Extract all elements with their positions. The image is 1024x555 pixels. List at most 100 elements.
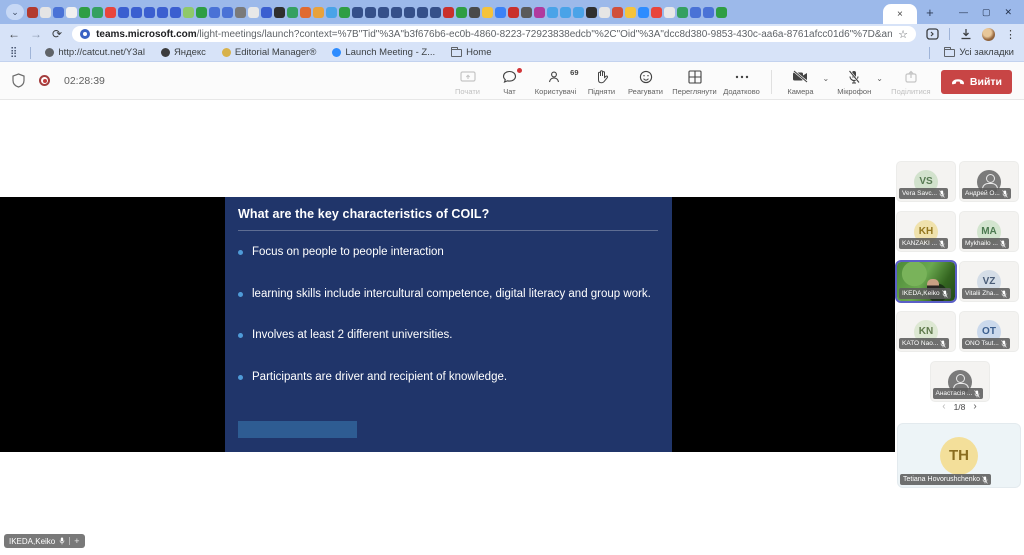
tab-search-button[interactable]: ⌄ [6,4,24,20]
bookmark-star-icon[interactable]: ☆ [898,28,908,41]
tab-favicon[interactable] [248,7,259,18]
participants-button[interactable]: 69 Користувачі [531,66,581,96]
camera-options-chevron-icon[interactable]: ⌄ [823,74,830,83]
participant-tile[interactable]: KN KATO Nao... [896,311,956,352]
bookmark-item[interactable]: Editorial Manager® [222,47,316,58]
participant-tile[interactable]: Анастасія ... [930,361,990,402]
tab-favicon[interactable] [66,7,77,18]
close-icon[interactable]: ✕ [1004,7,1012,18]
bookmark-item[interactable]: Launch Meeting - Z... [332,47,435,58]
tab-favicon[interactable] [170,7,181,18]
active-tab[interactable]: × [883,4,917,24]
pagination-next-icon[interactable]: › [973,401,976,412]
pagination-prev-icon[interactable]: ‹ [942,401,945,412]
tab-favicon[interactable] [79,7,90,18]
tab-favicon[interactable] [404,7,415,18]
camera-button[interactable]: Камера [780,66,822,96]
tab-favicon[interactable] [261,7,272,18]
participant-tile[interactable]: OT ONO Tsut... [959,311,1019,352]
tab-favicon[interactable] [664,7,675,18]
tab-favicon[interactable] [196,7,207,18]
tab-favicon[interactable] [209,7,220,18]
all-bookmarks-button[interactable]: Усі закладки [944,47,1014,58]
tab-favicon[interactable] [131,7,142,18]
tab-favicon[interactable] [482,7,493,18]
tab-favicon[interactable] [339,7,350,18]
tab-favicon[interactable] [560,7,571,18]
view-button[interactable]: Переглянути [669,66,721,96]
tab-favicon[interactable] [508,7,519,18]
tab-favicon[interactable] [417,7,428,18]
tab-favicon[interactable] [495,7,506,18]
tab-favicon[interactable] [612,7,623,18]
tab-favicon[interactable] [391,7,402,18]
chat-button[interactable]: Чат [489,66,531,96]
react-button[interactable]: Реагувати [623,66,669,96]
tab-favicon[interactable] [378,7,389,18]
reload-icon[interactable]: ⟳ [52,27,62,41]
tab-favicon[interactable] [638,7,649,18]
tab-favicon[interactable] [287,7,298,18]
participant-tile[interactable]: VS Vera Savc... [896,161,956,202]
address-bar[interactable]: teams.microsoft.com/light-meetings/launc… [72,26,916,42]
tab-favicon[interactable] [469,7,480,18]
participant-tile[interactable]: VZ Vitalii Zha... [959,261,1019,302]
bookmark-item[interactable]: http://catcut.net/Y3al [45,47,145,58]
participant-tile[interactable]: Андрей О... [959,161,1019,202]
back-icon[interactable]: ← [8,27,20,41]
tab-favicon[interactable] [105,7,116,18]
tab-favicon[interactable] [274,7,285,18]
pin-button[interactable]: + [74,536,79,546]
tab-favicon[interactable] [118,7,129,18]
tab-favicon[interactable] [651,7,662,18]
maximize-icon[interactable]: ▢ [982,7,991,18]
raise-hand-button[interactable]: Підняти [581,66,623,96]
tab-favicon[interactable] [547,7,558,18]
tab-close-icon[interactable]: × [897,9,903,20]
tab-favicon[interactable] [573,7,584,18]
participant-tile[interactable]: KH KANZAKI ... [896,211,956,252]
tab-favicon[interactable] [534,7,545,18]
tab-favicon[interactable] [157,7,168,18]
bookmark-item[interactable]: Яндекс [161,47,206,58]
tab-favicon[interactable] [716,7,727,18]
tab-favicon[interactable] [430,7,441,18]
shield-icon[interactable] [12,73,25,88]
tab-favicon[interactable] [92,7,103,18]
presenter-name-pill[interactable]: IKEDA,Keiko + [4,534,85,548]
tab-favicon[interactable] [703,7,714,18]
tab-favicon[interactable] [222,7,233,18]
tab-favicon[interactable] [313,7,324,18]
tab-favicon[interactable] [677,7,688,18]
site-info-icon[interactable] [80,29,90,39]
tab-favicon[interactable] [521,7,532,18]
tab-favicon[interactable] [326,7,337,18]
tab-favicon[interactable] [586,7,597,18]
tab-favicon[interactable] [27,7,38,18]
tab-favicon[interactable] [183,7,194,18]
tab-favicon[interactable] [352,7,363,18]
forward-icon[interactable]: → [30,27,42,41]
profile-avatar[interactable] [982,28,995,41]
self-participant-tile[interactable]: TH Tetiana Hovorushchenko [897,423,1021,488]
tab-favicon[interactable] [235,7,246,18]
tab-favicon[interactable] [40,7,51,18]
new-tab-button[interactable]: + [920,2,940,22]
side-panel-icon[interactable] [926,28,939,40]
tab-favicon[interactable] [625,7,636,18]
tab-favicon[interactable] [599,7,610,18]
tab-favicon[interactable] [456,7,467,18]
tab-favicon[interactable] [365,7,376,18]
tab-favicon[interactable] [144,7,155,18]
tab-favicon[interactable] [300,7,311,18]
leave-button[interactable]: Вийти [941,70,1012,94]
participant-tile[interactable]: MA Mykhailo ... [959,211,1019,252]
tab-favicon[interactable] [53,7,64,18]
tab-favicon[interactable] [690,7,701,18]
participant-tile[interactable]: IKEDA,Keiko [896,261,956,302]
shared-screen-stage[interactable]: What are the key characteristics of COIL… [0,197,895,452]
apps-grid-icon[interactable]: ⣿ [10,47,16,58]
mic-options-chevron-icon[interactable]: ⌄ [876,74,883,83]
browser-menu-icon[interactable]: ⋮ [1005,28,1016,41]
mic-button[interactable]: Мікрофон [833,66,875,96]
